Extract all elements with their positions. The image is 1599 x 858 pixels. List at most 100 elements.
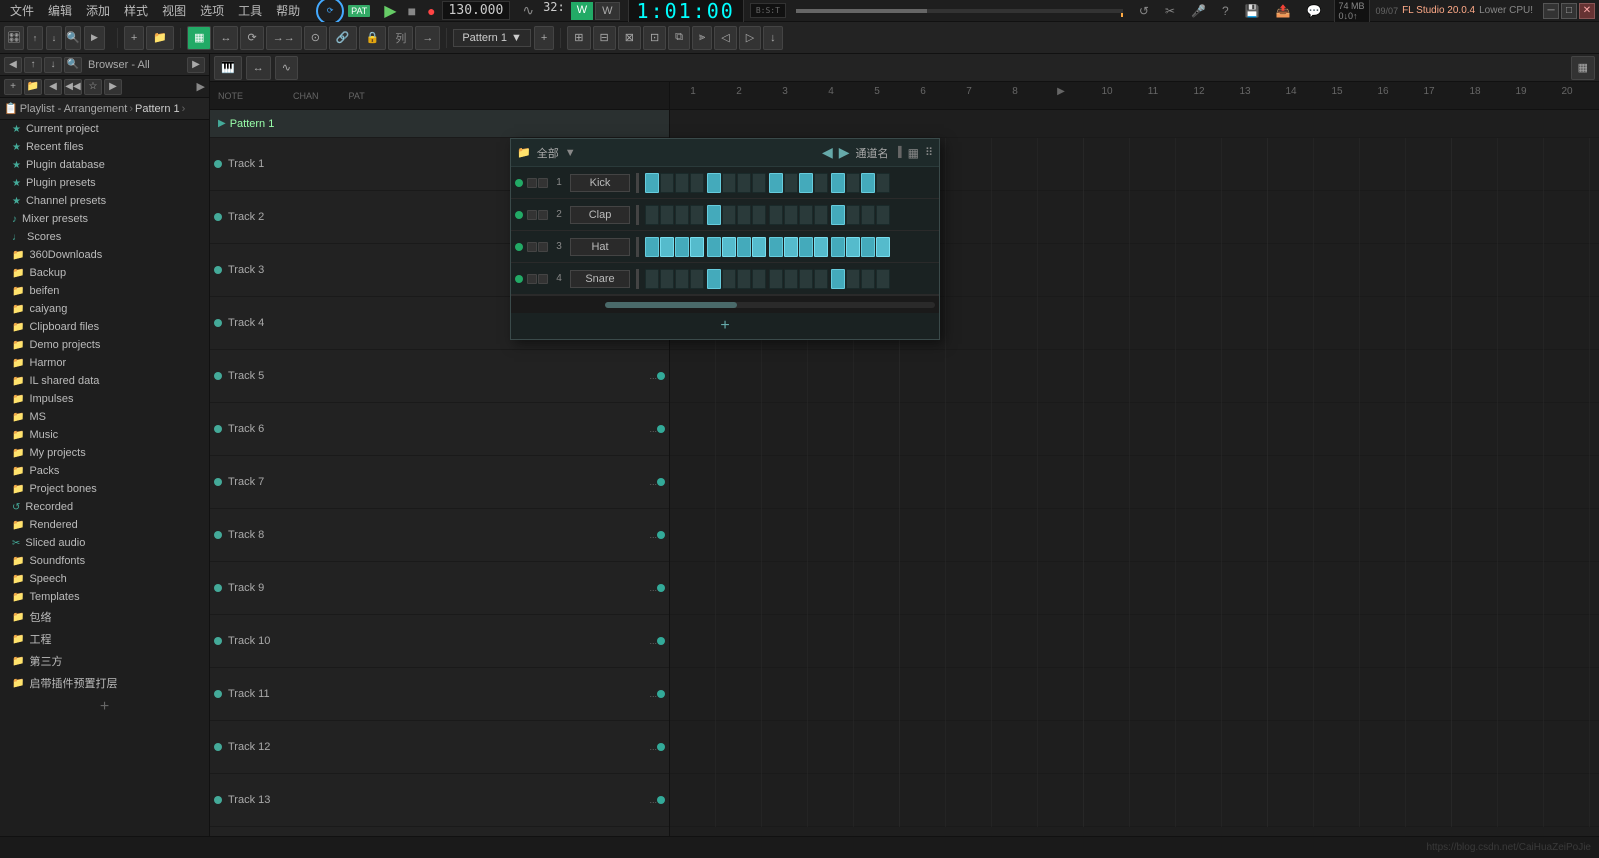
snare-step-9[interactable] (769, 269, 783, 289)
grid-track-row-12[interactable] (670, 721, 1599, 774)
clap-step-5[interactable] (707, 205, 721, 225)
grid-track-row-10[interactable] (670, 615, 1599, 668)
pattern-name-display[interactable]: Pattern 1 ▼ (453, 29, 531, 47)
kick-step-4[interactable] (690, 173, 704, 193)
sidebar-item-channel-presets[interactable]: ★ Channel presets (0, 192, 209, 210)
folder-btn[interactable]: 📁 (146, 26, 174, 50)
sidebar-item-baoluo[interactable]: 📁 包络 (0, 606, 209, 628)
playlist-tool-5[interactable]: ⊙ (304, 26, 327, 50)
sidebar-item-templates[interactable]: 📁 Templates (0, 588, 209, 606)
hat-step-1[interactable] (645, 237, 659, 257)
playlist-icon[interactable]: 📋 (4, 102, 18, 115)
playlist-tool-8[interactable]: 列 (388, 26, 413, 50)
browser-expand-btn[interactable]: ▶ (84, 26, 105, 50)
clap-step-1[interactable] (645, 205, 659, 225)
snare-step-6[interactable] (722, 269, 736, 289)
clap-step-10[interactable] (784, 205, 798, 225)
browser-left-arrow[interactable]: ◀ (44, 79, 62, 95)
track-row-6[interactable]: Track 6 ... (210, 403, 669, 456)
snare-step-8[interactable] (752, 269, 766, 289)
kick-step-2[interactable] (660, 173, 674, 193)
menu-item-options[interactable]: 选项 (194, 0, 230, 21)
grid-track-row-6[interactable] (670, 403, 1599, 456)
menu-item-add[interactable]: 添加 (80, 0, 116, 21)
clap-step-15[interactable] (861, 205, 875, 225)
add-pattern-btn[interactable]: + (534, 26, 554, 50)
kick-step-3[interactable] (675, 173, 689, 193)
track-row-11[interactable]: Track 11 ... (210, 668, 669, 721)
maximize-button[interactable]: □ (1561, 3, 1577, 19)
grid-track-row-8[interactable] (670, 509, 1599, 562)
sidebar-item-rendered[interactable]: 📁 Rendered (0, 516, 209, 534)
beat-folder-icon[interactable]: 📁 (517, 146, 531, 159)
browser-down-btn[interactable]: ↓ (44, 57, 62, 73)
track-row-13[interactable]: Track 13 ... (210, 774, 669, 827)
save-icon[interactable]: 💾 (1239, 2, 1266, 20)
sidebar-item-harmor[interactable]: 📁 Harmor (0, 354, 209, 372)
sidebar-item-clipboard[interactable]: 📁 Clipboard files (0, 318, 209, 336)
new-pattern-btn[interactable]: + (124, 26, 144, 50)
kick-btn-2[interactable] (538, 178, 548, 188)
kick-step-12[interactable] (814, 173, 828, 193)
refresh-icon[interactable]: ↺ (1133, 2, 1155, 20)
snare-btn-2[interactable] (538, 274, 548, 284)
sidebar-item-current-project[interactable]: ★ Current project (0, 120, 209, 138)
hat-step-13[interactable] (831, 237, 845, 257)
hat-step-7[interactable] (737, 237, 751, 257)
sidebar-item-360downloads[interactable]: 📁 360Downloads (0, 246, 209, 264)
snare-step-10[interactable] (784, 269, 798, 289)
sidebar-item-speech[interactable]: 📁 Speech (0, 570, 209, 588)
track-row-7[interactable]: Track 7 ... (210, 456, 669, 509)
snare-step-13[interactable] (831, 269, 845, 289)
grid-track-row-11[interactable] (670, 668, 1599, 721)
browser-play-btn[interactable]: ▶ (104, 79, 122, 95)
playlist-tool-4[interactable]: →→ (266, 26, 302, 50)
export-audio-btn[interactable]: ↓ (763, 26, 783, 50)
hat-step-3[interactable] (675, 237, 689, 257)
snare-step-5[interactable] (707, 269, 721, 289)
hat-step-9[interactable] (769, 237, 783, 257)
search-btn[interactable]: 🔍 (65, 26, 81, 50)
hat-channel-name[interactable]: Hat (570, 238, 630, 256)
snare-step-1[interactable] (645, 269, 659, 289)
menu-item-tools[interactable]: 工具 (232, 0, 268, 21)
piano-view-btn[interactable]: 🎹 (214, 56, 242, 80)
sidebar-item-il-shared[interactable]: 📁 IL shared data (0, 372, 209, 390)
sidebar-item-plugin-presets[interactable]: ★ Plugin presets (0, 174, 209, 192)
clap-step-3[interactable] (675, 205, 689, 225)
cut-right-btn[interactable]: ▷ (739, 26, 761, 50)
hat-btn-2[interactable] (538, 242, 548, 252)
kick-step-14[interactable] (846, 173, 860, 193)
snare-step-7[interactable] (737, 269, 751, 289)
record-button[interactable]: ● (423, 3, 439, 19)
snare-step-11[interactable] (799, 269, 813, 289)
track-row-8[interactable]: Track 8 ... (210, 509, 669, 562)
browser-star-btn[interactable]: ☆ (84, 79, 102, 95)
hat-step-2[interactable] (660, 237, 674, 257)
grid-track-row-13[interactable] (670, 774, 1599, 827)
sidebar-item-recent-files[interactable]: ★ Recent files (0, 138, 209, 156)
menu-item-edit[interactable]: 编辑 (42, 0, 78, 21)
snare-step-12[interactable] (814, 269, 828, 289)
arrow-up-btn[interactable]: ↑ (27, 26, 43, 50)
snare-step-3[interactable] (675, 269, 689, 289)
sidebar-item-recorded[interactable]: ↺ Recorded (0, 498, 209, 516)
sidebar-item-gongcheng[interactable]: 📁 工程 (0, 628, 209, 650)
beat-add-channel-btn[interactable]: + (511, 313, 939, 339)
clap-step-16[interactable] (876, 205, 890, 225)
clap-step-6[interactable] (722, 205, 736, 225)
hat-btn-1[interactable] (527, 242, 537, 252)
kick-step-10[interactable] (784, 173, 798, 193)
clap-step-12[interactable] (814, 205, 828, 225)
kick-step-5[interactable] (707, 173, 721, 193)
beat-panel-dots-btn[interactable]: ⠿ (925, 146, 933, 159)
hat-step-12[interactable] (814, 237, 828, 257)
menu-item-view[interactable]: 视图 (156, 0, 192, 21)
kick-led[interactable] (515, 179, 523, 187)
hat-step-11[interactable] (799, 237, 813, 257)
playlist-tool-7[interactable]: 🔒 (359, 26, 387, 50)
clap-step-8[interactable] (752, 205, 766, 225)
scissors-icon[interactable]: ✂ (1159, 2, 1181, 20)
pattern-toolbar-btn1[interactable]: ▦ (1571, 56, 1595, 80)
snare-step-15[interactable] (861, 269, 875, 289)
